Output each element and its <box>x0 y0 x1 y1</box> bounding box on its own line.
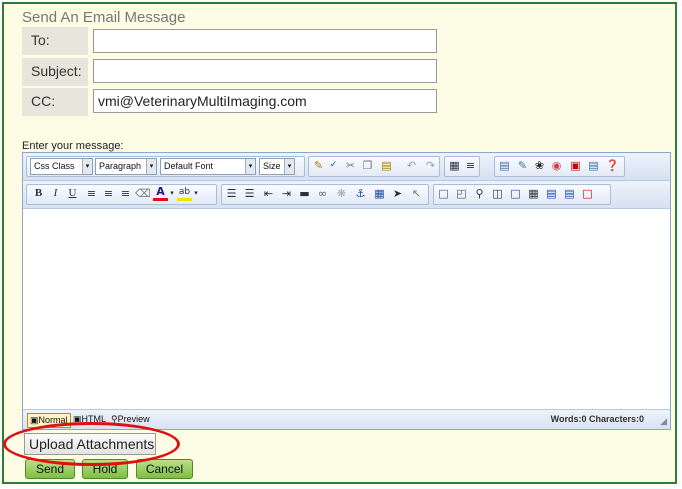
special-characters-icon[interactable]: ≡ <box>463 158 478 173</box>
link-icon[interactable]: ∞ <box>315 186 330 201</box>
horizontal-rule-icon[interactable]: ▬ <box>297 186 312 201</box>
send-button[interactable]: Send <box>25 459 75 479</box>
pointer-icon[interactable]: ➤ <box>390 186 405 201</box>
to-field[interactable] <box>93 29 437 53</box>
size-value: Size <box>263 161 281 171</box>
editor-toolbar-row-2: B I U ≡ ≡ ≡ ⌫ A ▾ ab ▾ ☰ ☰ ⇤ ⇥ ▬ ∞ ❋ ⚓ ▦… <box>23 181 670 209</box>
magnifier-icon: ⚲ <box>111 414 118 424</box>
image-edit-icon[interactable]: ✎ <box>515 158 530 173</box>
underline-button[interactable]: U <box>65 186 80 201</box>
cut-icon[interactable]: ✂ <box>343 158 358 173</box>
indent-icon[interactable]: ⇥ <box>279 186 294 201</box>
align-right-icon[interactable]: ≡ <box>118 186 133 201</box>
find-replace-icon[interactable]: ⚲ <box>472 186 487 201</box>
paragraph-dropdown[interactable]: Paragraph ▾ <box>95 158 157 175</box>
align-left-icon[interactable]: ≡ <box>84 186 99 201</box>
normal-mode-label: Normal <box>38 415 68 425</box>
page-title: Send An Email Message <box>22 9 186 26</box>
table-cell-icon[interactable]: ▦ <box>526 186 541 201</box>
tab-preview-mode[interactable]: ⚲Preview <box>109 413 152 426</box>
css-class-dropdown[interactable]: Css Class ▾ <box>30 158 93 175</box>
upload-attachments-button[interactable]: Upload Attachments <box>24 433 156 455</box>
copy-icon[interactable]: ❐ <box>360 158 375 173</box>
message-label: Enter your message: <box>22 140 124 152</box>
spellcheck-icon[interactable]: ✓ <box>326 158 341 173</box>
to-label: To: <box>22 27 88 55</box>
media-icon[interactable]: ◉ <box>549 158 564 173</box>
redo-icon[interactable]: ↷ <box>423 158 438 173</box>
help-icon[interactable]: ❓ <box>605 158 620 173</box>
tab-html-mode[interactable]: ▣HTML <box>71 413 108 426</box>
bullet-list-icon[interactable]: ☰ <box>242 186 257 201</box>
chevron-down-icon[interactable]: ▾ <box>168 186 176 201</box>
chevron-down-icon[interactable]: ▾ <box>192 186 200 201</box>
bold-button[interactable]: B <box>31 186 46 201</box>
chevron-down-icon: ▾ <box>245 159 255 174</box>
document-icon[interactable]: ▤ <box>586 158 601 173</box>
eraser-icon[interactable]: ⌫ <box>135 186 151 201</box>
css-class-value: Css Class <box>34 161 75 171</box>
cc-field[interactable] <box>93 89 437 113</box>
align-center-icon[interactable]: ≡ <box>101 186 116 201</box>
form-element-icon[interactable]: ◫ <box>490 186 505 201</box>
paragraph-value: Paragraph <box>99 161 142 171</box>
hold-button[interactable]: Hold <box>82 459 128 479</box>
show-borders-icon[interactable]: □ <box>580 186 595 201</box>
html-mode-label: HTML <box>81 414 107 424</box>
preview-mode-label: Preview <box>117 414 150 424</box>
unlink-icon[interactable]: ❋ <box>334 186 349 201</box>
outdent-icon[interactable]: ⇤ <box>261 186 276 201</box>
word-character-counter: Words:0 Characters:0 <box>550 414 644 424</box>
table-properties-icon[interactable]: ▤ <box>544 186 559 201</box>
resize-grip-icon[interactable]: ◢ <box>660 416 667 427</box>
tab-normal-mode[interactable]: ▣Normal <box>27 413 71 428</box>
undo-icon[interactable]: ↶ <box>404 158 419 173</box>
cancel-button[interactable]: Cancel <box>136 459 193 479</box>
italic-button[interactable]: I <box>48 186 63 201</box>
table-row-icon[interactable]: ▤ <box>562 186 577 201</box>
highlight-color-icon[interactable]: ab <box>177 186 192 201</box>
numbered-list-icon[interactable]: ☰ <box>224 186 239 201</box>
format-brush-icon[interactable]: ✎ <box>311 158 326 173</box>
message-editor-area[interactable] <box>23 209 670 407</box>
insert-image-icon[interactable]: ▤ <box>497 158 512 173</box>
paste-icon[interactable]: ▤ <box>379 158 394 173</box>
pdf-icon[interactable]: ▣ <box>568 158 583 173</box>
rich-text-editor: Css Class ▾ Paragraph ▾ Default Font ▾ Size… <box>22 152 671 430</box>
preview-document-icon[interactable]: ◰ <box>454 186 469 201</box>
editor-toolbar-row-1: Css Class ▾ Paragraph ▾ Default Font ▾ Size… <box>23 153 670 181</box>
anchor-icon[interactable]: ⚓ <box>353 186 368 201</box>
subject-field[interactable] <box>93 59 437 83</box>
font-color-icon[interactable]: A <box>153 186 168 201</box>
flash-icon[interactable]: ❀ <box>532 158 547 173</box>
cc-label: CC: <box>22 88 88 116</box>
editor-status-bar: ▣Normal ▣HTML ⚲Preview Words:0 Character… <box>23 409 670 429</box>
chevron-down-icon: ▾ <box>82 159 92 174</box>
subject-label: Subject: <box>22 58 88 86</box>
insert-table-icon[interactable]: ▦ <box>447 158 462 173</box>
font-dropdown[interactable]: Default Font ▾ <box>160 158 256 175</box>
new-document-icon[interactable]: □ <box>436 186 451 201</box>
chevron-down-icon: ▾ <box>284 159 294 174</box>
font-value: Default Font <box>164 161 214 171</box>
absolute-position-icon[interactable]: □ <box>508 186 523 201</box>
size-dropdown[interactable]: Size ▾ <box>259 158 295 175</box>
chevron-down-icon: ▾ <box>146 159 156 174</box>
insert-grid-icon[interactable]: ▦ <box>372 186 387 201</box>
select-pointer-icon[interactable]: ↖ <box>409 186 424 201</box>
